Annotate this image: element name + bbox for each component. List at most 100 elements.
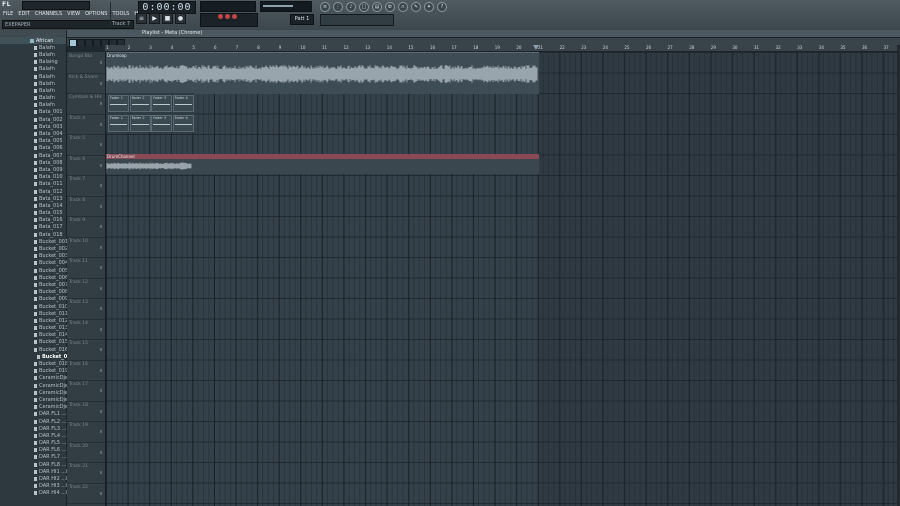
browser-item[interactable]: Balafn [0, 51, 66, 58]
track-header[interactable]: Track 10 [67, 237, 105, 258]
browser-item[interactable]: Bata_008 [0, 159, 66, 166]
browser-item[interactable]: DAR HI4 ...k [0, 490, 69, 497]
playlist-titlebar[interactable]: Playlist - Meta (Chrome) [67, 30, 900, 38]
track-header[interactable]: Track 16 [67, 360, 105, 381]
browser-item[interactable]: Balafn [0, 102, 66, 109]
playlist-icon[interactable]: ▤ [372, 2, 382, 12]
track-mute-icon[interactable] [100, 204, 102, 208]
browser-item[interactable]: DAR FL6 ...k [0, 447, 69, 454]
pattern-song-toggle-button[interactable]: ≡ [136, 13, 147, 24]
plugin-icon[interactable]: ⚙ [385, 2, 395, 12]
track-header[interactable]: Track 5 [67, 134, 105, 156]
browser-item[interactable]: CeramicDje... [0, 375, 73, 382]
track-mute-icon[interactable] [100, 286, 102, 290]
browser-item[interactable]: Bucket_008 [0, 289, 68, 296]
browser-item[interactable]: Bata_015 [0, 210, 66, 217]
browser-icon[interactable]: □ [359, 2, 369, 12]
browser-item[interactable]: Bucket_013 [0, 325, 68, 332]
track-mute-icon[interactable] [100, 122, 102, 126]
track-mute-icon[interactable] [100, 102, 102, 105]
audio-clip-drumloop[interactable]: Drumloop [106, 52, 539, 94]
browser-item[interactable]: Bucket_003 [0, 253, 68, 260]
track-mute-icon[interactable] [100, 184, 102, 187]
browser-item[interactable]: Bucket_007 [0, 281, 68, 288]
track-mute-icon[interactable] [100, 409, 102, 413]
automation-clip-row-1[interactable]: Fader 1 Fader 2 Fader 3 Fader 4 [106, 93, 194, 113]
browser-item[interactable]: Bucket_016 [0, 346, 68, 353]
automation-clip[interactable]: Fader 4 [172, 115, 194, 132]
track-header[interactable]: Track 21 [67, 462, 105, 484]
track-header[interactable]: Track 9 [67, 216, 105, 238]
track-mute-icon[interactable] [100, 389, 102, 392]
track-header[interactable]: Track 22 [67, 483, 105, 504]
automation-clip[interactable]: Fader 3 [151, 95, 173, 112]
browser-item[interactable]: Bata_012 [0, 188, 66, 195]
track-header[interactable]: Cymbals & HH [67, 93, 105, 115]
audio-clip-drumchannel[interactable]: DrumChannel [106, 154, 539, 174]
browser-item[interactable]: Bata_014 [0, 202, 66, 209]
track-header[interactable]: Kick & Snare [67, 73, 105, 94]
browser-item[interactable]: Bata_007 [0, 152, 66, 159]
track-header[interactable]: Track 13 [67, 298, 105, 320]
browser-item[interactable]: DAR HI3 ...k [0, 483, 69, 490]
browser-item[interactable]: Bata_017 [0, 224, 66, 231]
track-mute-icon[interactable] [100, 491, 102, 495]
track-mute-icon[interactable] [100, 471, 102, 474]
browser-item[interactable]: CeramicDje... [0, 404, 73, 411]
automation-clip-row-2[interactable]: Fader 1 Fader 2 Fader 3 Fader 4 [106, 113, 194, 133]
mixer-icon[interactable]: ≡ [320, 2, 330, 12]
browser-item[interactable]: Bata_018 [0, 231, 66, 238]
playlist-grid[interactable]: Drumloop Fader 1 Fader 2 Fader 3 Fader 4 Fa… [106, 52, 897, 506]
song-title-field[interactable] [22, 1, 90, 10]
record-button[interactable]: ● [175, 13, 186, 24]
browser-item[interactable]: DAR FL3 ...k [0, 425, 69, 432]
track-header[interactable]: Track 20 [67, 442, 105, 463]
browser-item[interactable]: Bucket_019 [0, 368, 68, 375]
automation-clip[interactable]: Fader 1 [108, 95, 129, 112]
track-header[interactable]: Track 8 [67, 196, 105, 217]
browser-item[interactable]: Balafn [0, 66, 66, 73]
browser-item[interactable]: Balaing [0, 59, 66, 66]
magnet-icon[interactable]: ∩ [398, 2, 408, 12]
automation-clip[interactable]: Fader 4 [172, 95, 194, 112]
track-mute-icon[interactable] [100, 327, 102, 331]
stamp-icon[interactable]: ✎ [411, 2, 421, 12]
menu-options[interactable]: OPTIONS [84, 11, 108, 18]
menu-view[interactable]: VIEW [66, 11, 81, 18]
browser-item[interactable]: DAR FL4 ...k [0, 432, 69, 439]
track-mute-icon[interactable] [100, 450, 102, 454]
track-mute-icon[interactable] [100, 61, 102, 64]
browser-folder[interactable]: African [0, 37, 66, 45]
track-mute-icon[interactable] [100, 81, 102, 85]
browser-item[interactable]: Bucket_001 [0, 238, 68, 245]
track-header[interactable]: Track 7 [67, 175, 105, 197]
browser-item[interactable]: CeramicDje... [0, 382, 73, 389]
track-header[interactable]: Track 14 [67, 319, 105, 340]
browser-item[interactable]: DAR FL2 ...k [0, 418, 69, 425]
track-mute-icon[interactable] [100, 245, 102, 249]
track-header[interactable]: Track 6 [67, 155, 105, 176]
metronome-indicator-icon[interactable] [225, 14, 230, 19]
automation-clip[interactable]: Fader 3 [151, 115, 173, 132]
track-mute-icon[interactable] [100, 430, 102, 433]
menu-channels[interactable]: CHANNELS [34, 11, 63, 18]
menu-tools[interactable]: TOOLS [111, 11, 130, 18]
browser-item[interactable]: Bata_005 [0, 138, 66, 145]
browser-item[interactable]: Balafn [0, 44, 66, 51]
browser-item[interactable]: Bata_004 [0, 130, 66, 137]
pattern-dropdown[interactable] [320, 14, 394, 26]
track-mute-icon[interactable] [100, 163, 102, 167]
browser-item[interactable]: DAR FL5 ...k [0, 440, 69, 447]
settings-icon[interactable]: ✦ [424, 2, 434, 12]
browser-item[interactable]: Balafn [0, 87, 66, 94]
browser-item[interactable]: Bucket_009 [0, 296, 68, 303]
help-icon[interactable]: ? [437, 2, 447, 12]
timeline-ruler[interactable]: 1 2 3 4 5 6 7 8 9 10 11 12 13 14 15 16 17 18 19 20 21 22 23 24 2… [105, 45, 897, 52]
track-header[interactable]: Track 11 [67, 257, 105, 279]
play-button[interactable]: ▶ [149, 13, 160, 24]
browser-item[interactable]: Bucket_006 [0, 274, 68, 281]
track-mute-icon[interactable] [100, 307, 102, 310]
browser-item[interactable]: Bucket_010 [0, 303, 68, 310]
browser-item[interactable]: Bucket_014 [0, 332, 68, 339]
pattern-selector[interactable]: Patt 1 [290, 14, 314, 25]
